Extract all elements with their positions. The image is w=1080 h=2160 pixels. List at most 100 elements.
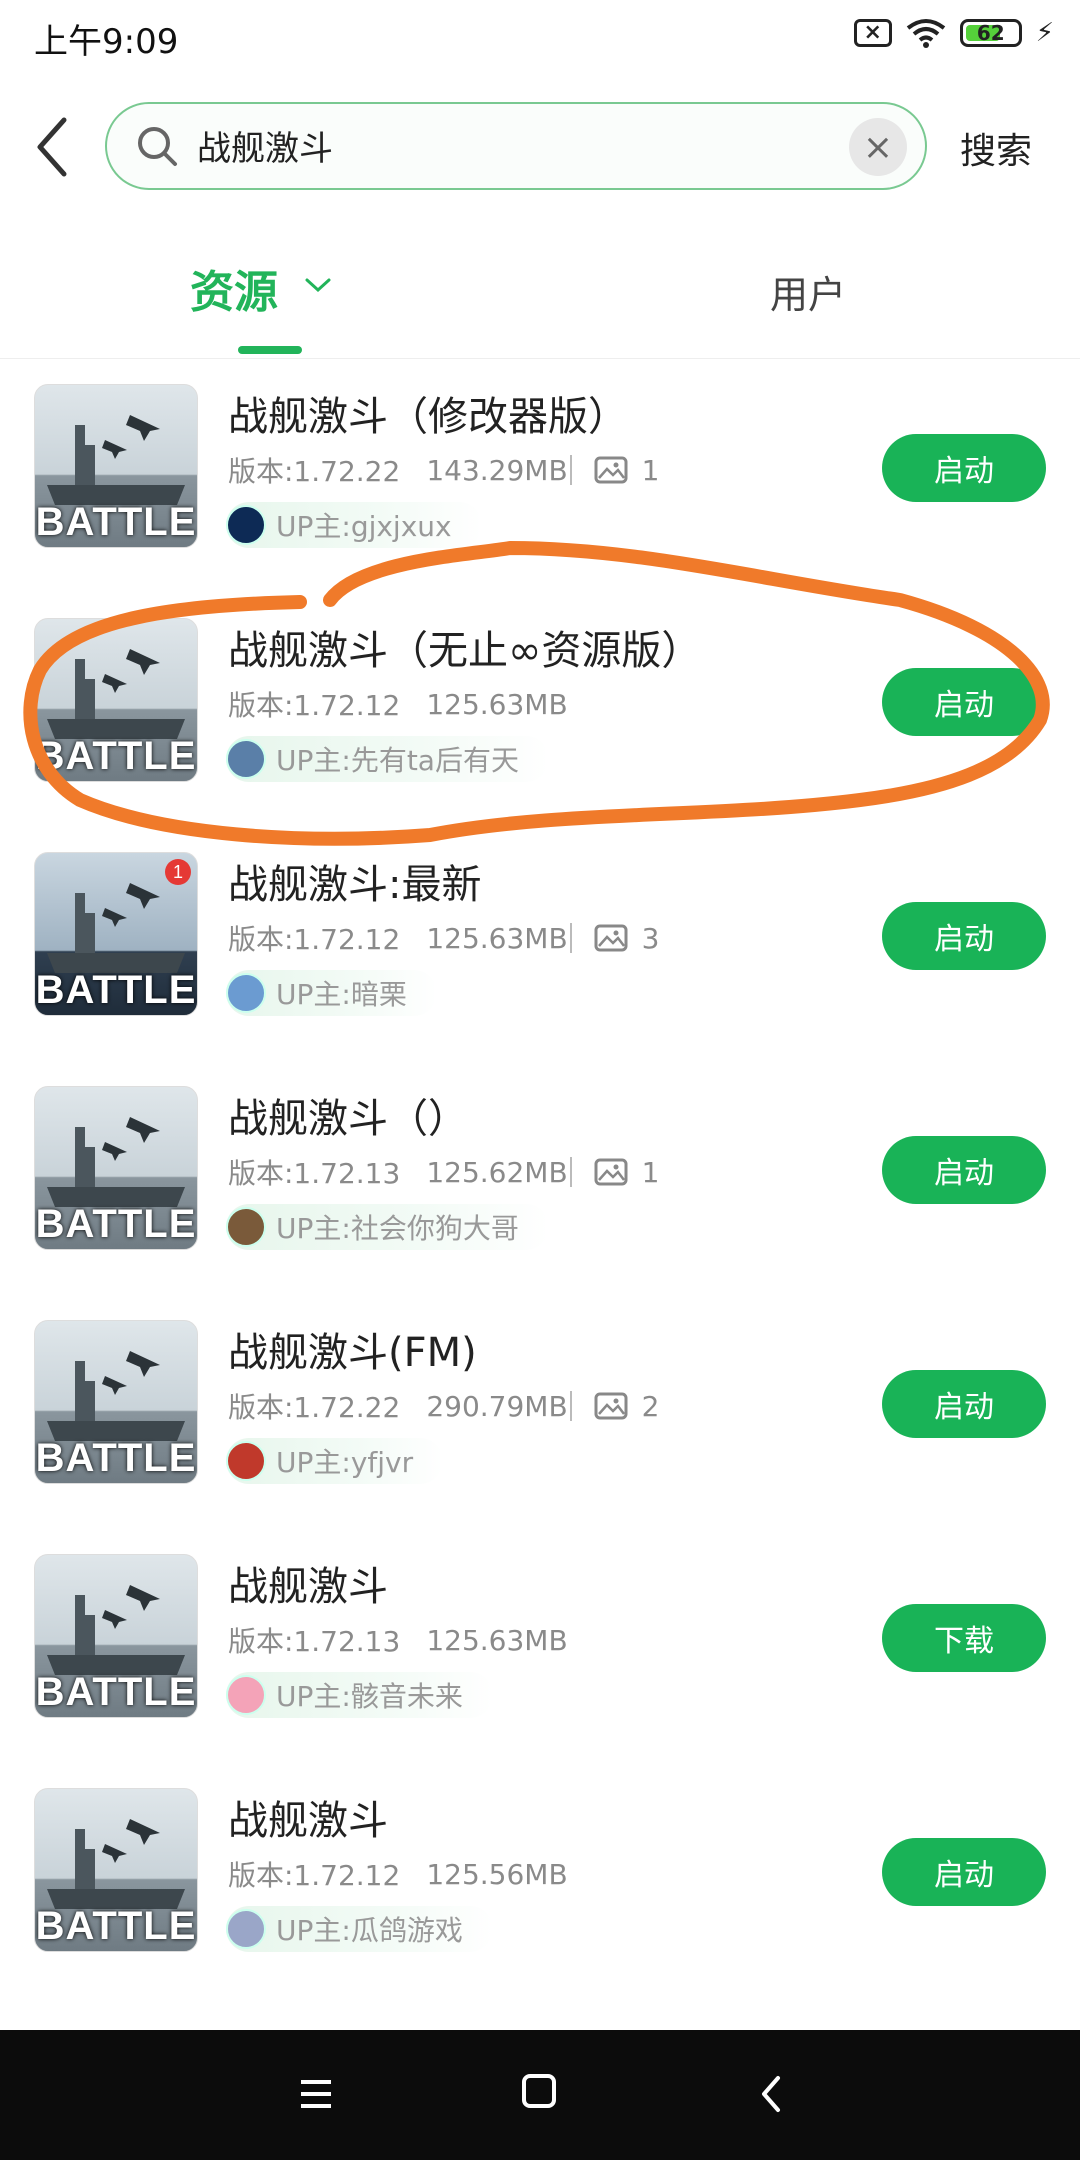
item-version: 版本:1.72.13 [228, 1157, 401, 1190]
launch-button[interactable]: 启动 [882, 1136, 1046, 1204]
item-meta: 版本:1.72.13 125.63MB [228, 1620, 568, 1660]
avatar [226, 1441, 266, 1481]
uploader[interactable]: UP主:暗栗 [226, 970, 437, 1016]
uploader[interactable]: UP主:gjxjxux [226, 502, 482, 548]
item-size: 125.63MB [426, 687, 568, 721]
item-version: 版本:1.72.12 [228, 689, 401, 722]
thumb-label: BATTLE [35, 968, 197, 1012]
item-meta: 版本:1.72.22 290.79MB 2 [228, 1386, 659, 1426]
uploader[interactable]: UP主:瓜鸽游戏 [226, 1906, 493, 1952]
item-size: 290.79MB [426, 1389, 568, 1423]
uploader-name: UP主:gjxjxux [276, 510, 452, 543]
meta-separator [569, 1391, 572, 1421]
search-field[interactable]: × [105, 102, 927, 190]
item-size: 125.63MB [426, 1623, 568, 1657]
search-input[interactable] [195, 124, 799, 166]
image-icon [594, 1158, 628, 1186]
item-version: 版本:1.72.22 [228, 455, 401, 488]
uploader[interactable]: UP主:yfjvr [226, 1438, 444, 1484]
status-time: 上午9:09 [34, 22, 179, 62]
item-meta: 版本:1.72.12 125.56MB [228, 1854, 568, 1894]
list-item[interactable]: BATTLE 战舰激斗（无止∞资源版） 版本:1.72.12 125.63MB … [0, 604, 1080, 838]
status-bar: 上午9:09 × 62 ⚡ [0, 0, 1080, 80]
item-title[interactable]: 战舰激斗:最新 [228, 852, 481, 910]
home-icon[interactable] [522, 2074, 556, 2108]
status-icons: × 62 ⚡ [853, 18, 1054, 48]
list-item[interactable]: BATTLE 战舰激斗 版本:1.72.13 125.63MB UP主:骸音未来… [0, 1540, 1080, 1774]
thumb-label: BATTLE [35, 1670, 197, 1714]
app-thumbnail[interactable]: BATTLE [34, 1086, 198, 1250]
image-icon [594, 924, 628, 952]
uploader-name: UP主:瓜鸽游戏 [276, 1914, 463, 1947]
list-item[interactable]: 1 BATTLE 战舰激斗:最新 版本:1.72.12 125.63MB 3 U… [0, 838, 1080, 1072]
item-version: 版本:1.72.13 [228, 1625, 401, 1658]
clear-icon[interactable]: × [849, 118, 907, 176]
item-size: 125.62MB [426, 1155, 568, 1189]
avatar [226, 973, 266, 1013]
back-icon[interactable] [756, 2074, 786, 2114]
item-title[interactable]: 战舰激斗（） [228, 1086, 468, 1144]
item-meta: 版本:1.72.12 125.63MB 3 [228, 918, 659, 958]
app-thumbnail[interactable]: BATTLE [34, 1554, 198, 1718]
item-size: 125.56MB [426, 1857, 568, 1891]
item-title[interactable]: 战舰激斗 [228, 1554, 388, 1612]
meta-separator [569, 455, 572, 485]
list-item[interactable]: BATTLE 战舰激斗（） 版本:1.72.13 125.62MB 1 UP主:… [0, 1072, 1080, 1306]
uploader[interactable]: UP主:先有ta后有天 [226, 736, 549, 782]
app-thumbnail[interactable]: 1 BATTLE [34, 852, 198, 1016]
item-title[interactable]: 战舰激斗(FM) [228, 1320, 477, 1378]
tab-active-indicator [238, 346, 302, 354]
uploader-name: UP主:yfjvr [276, 1446, 414, 1479]
uploader-name: UP主:社会你狗大哥 [276, 1212, 519, 1245]
item-meta: 版本:1.72.22 143.29MB 1 [228, 450, 659, 490]
avatar [226, 1675, 266, 1715]
item-version: 版本:1.72.12 [228, 1859, 401, 1892]
battery-level: 62 [976, 21, 1005, 45]
thumb-label: BATTLE [35, 734, 197, 778]
launch-button[interactable]: 启动 [882, 1370, 1046, 1438]
back-arrow-icon[interactable] [30, 112, 80, 182]
app-thumbnail[interactable]: BATTLE [34, 1788, 198, 1952]
item-title[interactable]: 战舰激斗 [228, 1788, 388, 1846]
sim-off-icon: × [853, 19, 892, 47]
thumb-badge: 1 [165, 859, 191, 885]
launch-button[interactable]: 启动 [882, 1838, 1046, 1906]
image-count: 2 [641, 1389, 660, 1423]
app-thumbnail[interactable]: BATTLE [34, 1320, 198, 1484]
tab-resources[interactable]: 资源 [190, 256, 278, 320]
uploader[interactable]: UP主:社会你狗大哥 [226, 1204, 549, 1250]
image-icon [594, 456, 628, 484]
app-thumbnail[interactable]: BATTLE [34, 618, 198, 782]
list-item[interactable]: BATTLE 战舰激斗 版本:1.72.12 125.56MB UP主:瓜鸽游戏… [0, 1774, 1080, 2008]
list-item[interactable]: BATTLE 战舰激斗（修改器版） 版本:1.72.22 143.29MB 1 … [0, 370, 1080, 604]
item-title[interactable]: 战舰激斗（修改器版） [228, 384, 628, 442]
meta-separator [569, 1157, 572, 1187]
item-size: 143.29MB [426, 453, 568, 487]
image-count: 3 [641, 921, 660, 955]
meta-separator [569, 923, 572, 953]
uploader-name: UP主:先有ta后有天 [276, 744, 519, 777]
launch-button[interactable]: 启动 [882, 668, 1046, 736]
uploader-name: UP主:暗栗 [276, 978, 407, 1011]
list-item[interactable]: BATTLE 战舰激斗(FM) 版本:1.72.22 290.79MB 2 UP… [0, 1306, 1080, 1540]
launch-button[interactable]: 启动 [882, 434, 1046, 502]
thumb-label: BATTLE [35, 1202, 197, 1246]
item-meta: 版本:1.72.12 125.63MB [228, 684, 568, 724]
search-button[interactable]: 搜索 [960, 122, 1032, 174]
avatar [226, 739, 266, 779]
item-meta: 版本:1.72.13 125.62MB 1 [228, 1152, 659, 1192]
thumb-label: BATTLE [35, 500, 197, 544]
thumb-label: BATTLE [35, 1436, 197, 1480]
app-thumbnail[interactable]: BATTLE [34, 384, 198, 548]
search-icon [138, 127, 177, 166]
item-version: 版本:1.72.12 [228, 923, 401, 956]
thumb-label: BATTLE [35, 1904, 197, 1948]
chevron-down-icon[interactable] [304, 276, 332, 294]
menu-icon[interactable] [298, 2076, 334, 2112]
avatar [226, 1207, 266, 1247]
download-button[interactable]: 下载 [882, 1604, 1046, 1672]
launch-button[interactable]: 启动 [882, 902, 1046, 970]
uploader[interactable]: UP主:骸音未来 [226, 1672, 493, 1718]
item-title[interactable]: 战舰激斗（无止∞资源版） [228, 618, 701, 676]
tab-users[interactable]: 用户 [770, 264, 846, 319]
